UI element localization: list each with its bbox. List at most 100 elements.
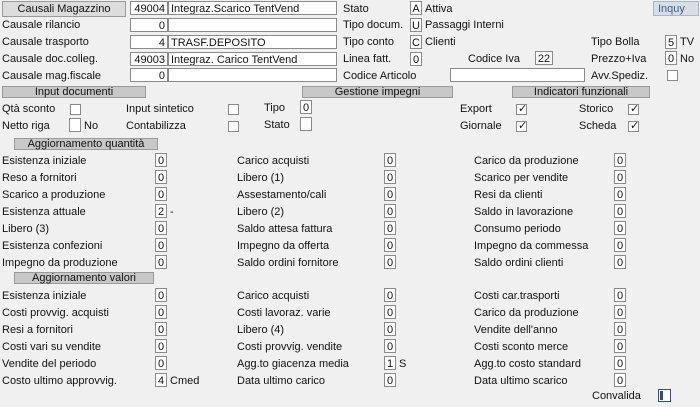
valori-col3-value[interactable]: 0 bbox=[614, 373, 626, 387]
valori-col1-value[interactable]: 4 bbox=[155, 373, 167, 387]
scheda-checkbox[interactable] bbox=[628, 119, 639, 132]
causale-trasporto-desc[interactable]: TRASF.DEPOSITO bbox=[168, 35, 337, 49]
quantita-col1-label: Reso a fornitori bbox=[2, 172, 77, 184]
codice-iva-value[interactable]: 22 bbox=[535, 51, 553, 65]
valori-col3-label: Data ultimo scarico bbox=[474, 375, 568, 387]
linea-fatt-label: Linea fatt. bbox=[343, 53, 392, 65]
valori-col2-value[interactable]: 0 bbox=[384, 288, 396, 302]
valori-col3-label: Agg.to costo standard bbox=[474, 358, 582, 370]
export-label: Export bbox=[460, 103, 492, 115]
quantita-col2-value[interactable]: 0 bbox=[384, 255, 396, 269]
quantita-col1-value[interactable]: 0 bbox=[155, 153, 167, 167]
causali-magazzino-button[interactable]: Causali Magazzino bbox=[2, 1, 126, 17]
scheda-label: Scheda bbox=[579, 120, 617, 132]
valori-col3-value[interactable]: 0 bbox=[614, 356, 626, 370]
quantita-col2-value[interactable]: 0 bbox=[384, 187, 396, 201]
giornale-checkbox[interactable] bbox=[516, 119, 527, 132]
causale-rilancio-desc[interactable] bbox=[168, 18, 337, 32]
causali-magazzino-code[interactable]: 49004 bbox=[130, 1, 168, 15]
impegni-tipo-value[interactable]: 0 bbox=[300, 100, 312, 114]
tipo-conto-code[interactable]: C bbox=[410, 35, 422, 49]
gestione-impegni-header: Gestione impegni bbox=[302, 86, 453, 98]
causali-magazzino-desc[interactable]: Integraz.Scarico TentVend bbox=[168, 1, 337, 15]
tipo-docum-code[interactable]: U bbox=[410, 18, 422, 32]
valori-col1-value[interactable]: 0 bbox=[155, 305, 167, 319]
quantita-col2-value[interactable]: 0 bbox=[384, 238, 396, 252]
linea-fatt-value[interactable]: 0 bbox=[410, 52, 422, 66]
prezzo-iva-desc: No bbox=[680, 53, 695, 65]
contabilizza-checkbox[interactable] bbox=[228, 121, 239, 132]
valori-col2-value[interactable]: 0 bbox=[384, 339, 396, 353]
quantita-col1-suffix: - bbox=[170, 206, 174, 218]
valori-col2-value[interactable]: 1 bbox=[384, 356, 396, 370]
qta-sconto-checkbox[interactable] bbox=[70, 104, 81, 115]
storico-checkbox[interactable] bbox=[628, 102, 639, 115]
quantita-col3-value[interactable]: 0 bbox=[614, 255, 626, 269]
quantita-col3-value[interactable]: 0 bbox=[614, 238, 626, 252]
avv-spediz-checkbox[interactable] bbox=[667, 70, 678, 81]
valori-col3-label: Vendite dell'anno bbox=[474, 324, 558, 336]
valori-col3-value[interactable]: 0 bbox=[614, 339, 626, 353]
quantita-col1-value[interactable]: 0 bbox=[155, 187, 167, 201]
valori-col2-value[interactable]: 0 bbox=[384, 305, 396, 319]
quantita-col1-value[interactable]: 0 bbox=[155, 170, 167, 184]
valori-col2-suffix: S bbox=[399, 358, 407, 370]
causale-trasporto-code[interactable]: 4 bbox=[130, 35, 168, 49]
valori-col3-label: Carico da produzione bbox=[474, 307, 579, 319]
causale-doc-colleg-label: Causale doc.colleg. bbox=[2, 53, 99, 65]
quantita-col3-label: Saldo in lavorazione bbox=[474, 206, 574, 218]
quantita-col1-value[interactable]: 0 bbox=[155, 255, 167, 269]
quantita-col3-value[interactable]: 0 bbox=[614, 204, 626, 218]
export-checkbox[interactable] bbox=[516, 102, 527, 115]
impegni-stato-label: Stato bbox=[264, 119, 290, 131]
valori-col1-label: Esistenza iniziale bbox=[2, 290, 87, 302]
quantita-col3-value[interactable]: 0 bbox=[614, 221, 626, 235]
valori-col1-value[interactable]: 0 bbox=[155, 322, 167, 336]
causale-doc-colleg-desc[interactable]: Integraz. Carico TentVend bbox=[168, 52, 337, 66]
causale-mag-fiscale-code[interactable]: 0 bbox=[130, 68, 168, 82]
quantita-col1-value[interactable]: 0 bbox=[155, 238, 167, 252]
quantita-col2-value[interactable]: 0 bbox=[384, 153, 396, 167]
causale-rilancio-code[interactable]: 0 bbox=[130, 18, 168, 32]
tipo-bolla-code[interactable]: 5 bbox=[665, 35, 677, 49]
quantita-col2-label: Assestamento/cali bbox=[237, 189, 327, 201]
stato-desc: Attiva bbox=[425, 3, 453, 15]
valori-col1-value[interactable]: 0 bbox=[155, 339, 167, 353]
quantita-col1-label: Esistenza confezioni bbox=[2, 240, 103, 252]
quantita-col2-label: Saldo ordini fornitore bbox=[237, 257, 339, 269]
valori-col2-value[interactable]: 0 bbox=[384, 322, 396, 336]
tipo-bolla-desc: TV bbox=[680, 36, 695, 48]
valori-col2-label: Data ultimo carico bbox=[237, 375, 326, 387]
netto-riga-code[interactable] bbox=[69, 118, 81, 132]
quantita-col2-value[interactable]: 0 bbox=[384, 170, 396, 184]
valori-col1-value[interactable]: 0 bbox=[155, 288, 167, 302]
causale-doc-colleg-code[interactable]: 49003 bbox=[130, 52, 168, 66]
convalida-button[interactable] bbox=[658, 389, 671, 402]
valori-col3-value[interactable]: 0 bbox=[614, 288, 626, 302]
valori-col3-value[interactable]: 0 bbox=[614, 322, 626, 336]
quantita-col3-value[interactable]: 0 bbox=[614, 153, 626, 167]
causale-mag-fiscale-label: Causale mag.fiscale bbox=[2, 70, 102, 82]
aggiornamento-valori-header: Aggiornamento valori bbox=[14, 272, 154, 284]
valori-col1-value[interactable]: 0 bbox=[155, 356, 167, 370]
quantita-col3-value[interactable]: 0 bbox=[614, 170, 626, 184]
quantita-col1-value[interactable]: 2 bbox=[155, 204, 167, 218]
stato-code[interactable]: A bbox=[410, 1, 422, 15]
valori-col3-value[interactable]: 0 bbox=[614, 305, 626, 319]
quantita-col2-label: Carico acquisti bbox=[237, 155, 310, 167]
input-sintetico-checkbox[interactable] bbox=[228, 104, 239, 115]
valori-col1-label: Resi a fornitori bbox=[2, 324, 73, 336]
prezzo-iva-code[interactable]: 0 bbox=[665, 51, 677, 65]
valori-col2-value[interactable]: 0 bbox=[384, 373, 396, 387]
quantita-col3-label: Impegno da commessa bbox=[474, 240, 589, 252]
prezzo-iva-label: Prezzo+Iva bbox=[591, 53, 647, 65]
causale-mag-fiscale-desc[interactable] bbox=[168, 68, 337, 82]
quantita-col2-value[interactable]: 0 bbox=[384, 221, 396, 235]
quantita-col1-value[interactable]: 0 bbox=[155, 221, 167, 235]
quantita-col3-value[interactable]: 0 bbox=[614, 187, 626, 201]
impegni-stato-value[interactable] bbox=[300, 117, 312, 131]
indicatori-funzionali-header: Indicatori funzionali bbox=[512, 86, 650, 98]
codice-articolo-input[interactable] bbox=[450, 68, 585, 82]
valori-col1-label: Costi provvig. acquisti bbox=[2, 307, 109, 319]
quantita-col2-value[interactable]: 0 bbox=[384, 204, 396, 218]
